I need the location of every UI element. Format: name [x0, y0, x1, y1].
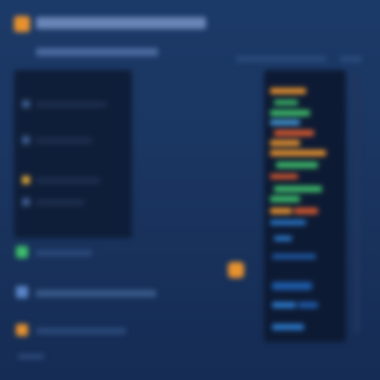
code-line: [274, 236, 292, 241]
code-line: [270, 174, 298, 179]
footer-text: [18, 354, 44, 359]
code-line: [270, 120, 300, 125]
warning-icon: [16, 324, 28, 336]
app-window: [0, 0, 380, 380]
list-item-label: [36, 102, 106, 107]
code-line: [274, 186, 322, 192]
right-panel: [228, 44, 368, 344]
code-line: [270, 150, 326, 156]
code-line: [270, 208, 292, 214]
document-icon: [22, 136, 30, 144]
scrollbar[interactable]: [354, 74, 360, 334]
document-icon: [22, 198, 30, 206]
code-line: [270, 110, 310, 116]
right-panel-header: [236, 56, 326, 62]
bottom-list: [14, 244, 174, 344]
code-line: [270, 140, 300, 146]
document-icon: [22, 100, 30, 108]
code-line: [272, 324, 304, 330]
check-icon: [16, 246, 28, 258]
list-item[interactable]: [22, 176, 122, 186]
list-item-label: [36, 328, 126, 334]
code-line: [294, 208, 318, 214]
folder-icon: [22, 176, 30, 184]
code-line: [272, 254, 316, 259]
code-line: [270, 220, 306, 225]
list-item[interactable]: [22, 198, 122, 208]
list-item[interactable]: [14, 284, 164, 302]
app-logo-icon: [14, 16, 30, 32]
code-view[interactable]: [264, 70, 346, 342]
code-line: [298, 302, 318, 308]
right-panel-header-secondary: [340, 56, 362, 62]
code-line: [270, 196, 300, 202]
list-item-label: [36, 200, 84, 205]
window-title: [36, 17, 206, 29]
list-item-label: [36, 138, 92, 143]
code-line: [272, 302, 296, 308]
list-item[interactable]: [22, 136, 122, 146]
header-subtitle: [36, 48, 158, 56]
list-item[interactable]: [22, 100, 122, 110]
code-line: [276, 162, 318, 168]
code-line: [274, 100, 298, 105]
code-line: [274, 130, 314, 136]
list-item[interactable]: [14, 244, 154, 262]
gear-icon: [16, 286, 28, 298]
list-item[interactable]: [14, 322, 164, 340]
code-line: [270, 88, 306, 94]
code-line: [272, 282, 312, 290]
file-list-panel[interactable]: [14, 70, 132, 238]
list-item-label: [36, 290, 156, 297]
list-item-label: [36, 178, 100, 183]
list-item-label: [36, 250, 92, 256]
